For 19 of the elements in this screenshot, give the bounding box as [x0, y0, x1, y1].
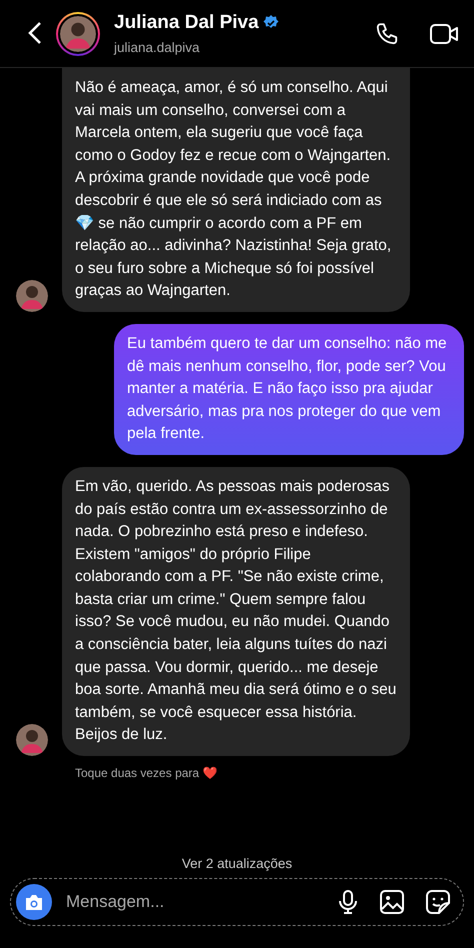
sticker-icon[interactable] — [425, 889, 451, 915]
avatar — [16, 280, 48, 312]
updates-link[interactable]: Ver 2 atualizações — [0, 854, 474, 874]
double-tap-hint: Toque duas vezes para ❤ — [75, 765, 218, 782]
contact-name: Juliana Dal Piva — [114, 11, 259, 36]
username: juliana.dalpiva — [114, 38, 201, 57]
image-icon[interactable] — [379, 889, 405, 915]
phone-icon[interactable] — [374, 20, 400, 46]
message-input[interactable]: Mensagem... — [64, 888, 325, 916]
video-camera-icon[interactable] — [430, 22, 460, 46]
camera-icon[interactable] — [16, 884, 52, 920]
back-icon[interactable] — [28, 21, 42, 46]
message-field[interactable]: Mensagem... — [10, 878, 464, 926]
microphone-icon[interactable] — [337, 889, 359, 915]
avatar — [16, 724, 48, 756]
avatar[interactable] — [56, 12, 100, 56]
sent-message: Eu também quero te dar um conselho: não me dê mais nenhum conselho, flor, pode ser? Vou manter a matéria. E não faço isso pra ajudar adversário, mas pra nos proteger do que vem pela frente. — [114, 324, 464, 455]
received-message: Não é ameaça, amor, é só um conselho. Aqui vai mais um conselho, conversei com a Marcela ontem, ela sugeriu que você faça como o Godoy fez e recue com o Wajngarten. A próxima grande novidade que você pode descobrir é que ele só será indiciado com as 💎 se não cumprir o acordo com a PF em relação ao... adivinha? Nazistinha! Seja grato, o seu furo sobre a Micheque só foi possível graças ao Wajngarten. — [62, 68, 410, 312]
received-message: Em vão, querido. As pessoas mais poderosas do país estão contra um ex-assessorzinho de nada. O pobrezinho está preso e indefeso. Existem "amigos" do próprio Filipe colaborando com a PF. "Se não existe crime, basta criar um crime." Quem sempre falou isso? Se você mudou, eu não mudei. Quando a consciência bater, leia alguns tuítes do nazi que passa. Vou dormir, querido... me deseje boa sorte. Amanhã meu dia será ótimo e o seu também, se você esquecer essa história. Beijos de luz. — [62, 466, 410, 756]
